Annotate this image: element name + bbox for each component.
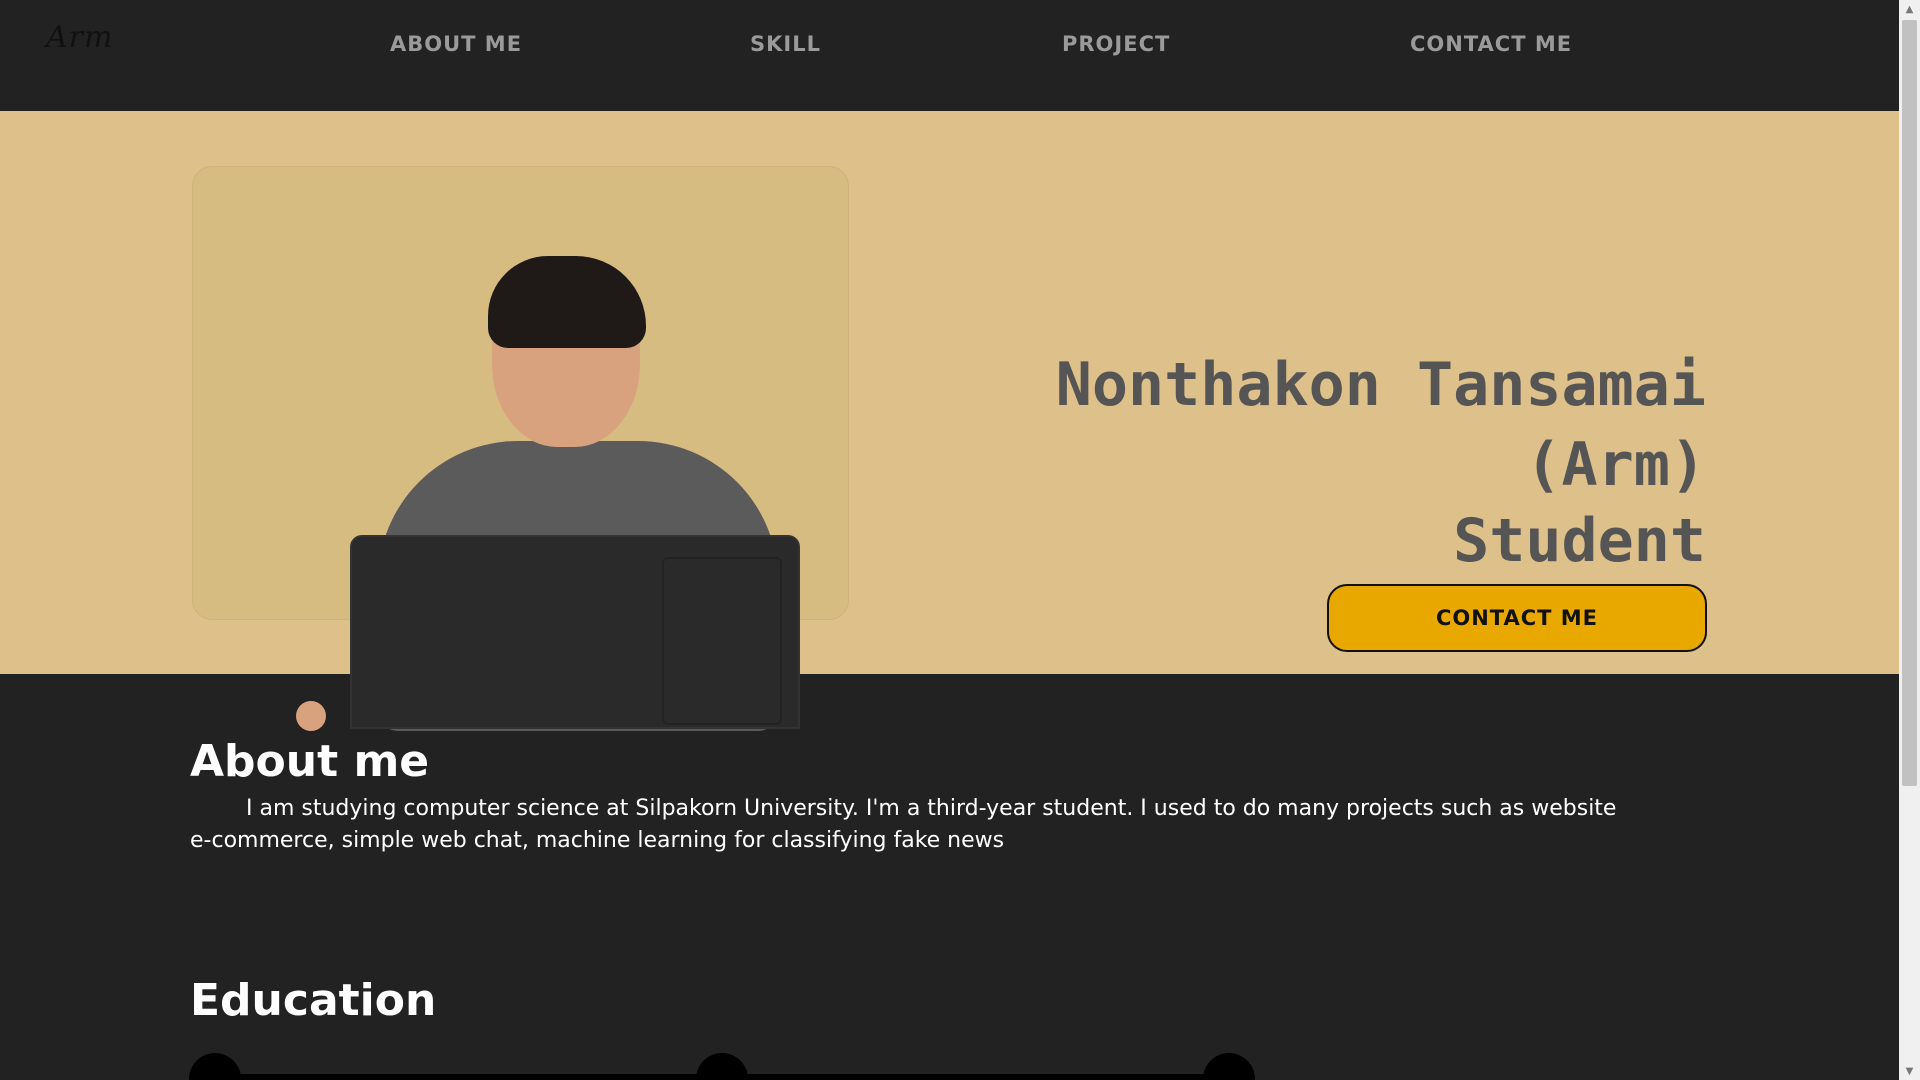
portfolio-page: Arm ABOUT ME SKILL PROJECT CONTACT ME No… bbox=[0, 0, 1920, 1080]
triangle-down-icon[interactable]: ▼ bbox=[1899, 1062, 1920, 1080]
hero-section: Nonthakon Tansamai (Arm) Student CONTACT… bbox=[0, 111, 1899, 731]
hero-name-line-2: (Arm) bbox=[1525, 430, 1706, 500]
about-title: About me bbox=[190, 736, 430, 787]
laptop bbox=[350, 535, 800, 729]
timeline-dot bbox=[1203, 1053, 1255, 1080]
timeline-dot bbox=[189, 1053, 241, 1080]
triangle-up-icon[interactable]: ▲ bbox=[1899, 0, 1920, 18]
education-title: Education bbox=[190, 975, 437, 1026]
person-hand bbox=[296, 701, 326, 731]
nav-link-skill[interactable]: SKILL bbox=[750, 32, 821, 56]
hero-name-line-1: Nonthakon Tansamai bbox=[1055, 350, 1706, 420]
hero-role: Student bbox=[1453, 506, 1706, 576]
hero-name: Nonthakon Tansamai (Arm) bbox=[966, 345, 1706, 505]
laptop-vent bbox=[662, 557, 782, 725]
contact-me-button[interactable]: CONTACT ME bbox=[1327, 584, 1707, 652]
nav-link-project[interactable]: PROJECT bbox=[1062, 32, 1170, 56]
vertical-scrollbar[interactable]: ▲ ▼ bbox=[1899, 0, 1920, 1080]
timeline-dot bbox=[696, 1053, 748, 1080]
nav-link-contact-me[interactable]: CONTACT ME bbox=[1410, 32, 1572, 56]
scroll-thumb[interactable] bbox=[1902, 20, 1917, 786]
navbar: Arm ABOUT ME SKILL PROJECT CONTACT ME bbox=[0, 0, 1899, 111]
nav-link-about-me[interactable]: ABOUT ME bbox=[390, 32, 522, 56]
logo[interactable]: Arm bbox=[46, 20, 113, 55]
about-text: I am studying computer science at Silpak… bbox=[190, 796, 1617, 853]
